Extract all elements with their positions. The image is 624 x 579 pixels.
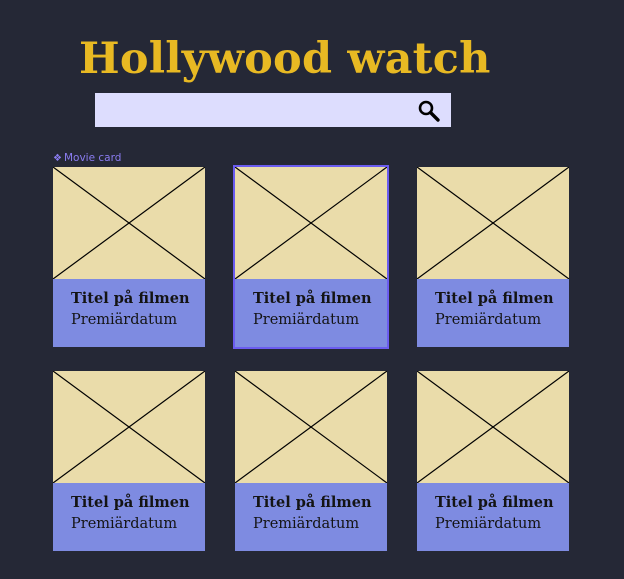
- movie-card[interactable]: Titel på filmen Premiärdatum: [233, 165, 389, 349]
- movie-card[interactable]: Titel på filmen Premiärdatum: [417, 167, 569, 347]
- image-placeholder-icon: [417, 371, 569, 483]
- image-placeholder-icon: [235, 371, 387, 483]
- movie-card-info: Titel på filmen Premiärdatum: [417, 279, 569, 347]
- movie-card-info: Titel på filmen Premiärdatum: [53, 279, 205, 347]
- movie-card[interactable]: Titel på filmen Premiärdatum: [417, 371, 569, 551]
- release-date: Premiärdatum: [435, 516, 542, 532]
- movie-title: Titel på filmen: [253, 290, 372, 307]
- component-label-text: Movie card: [63, 152, 122, 164]
- search-button[interactable]: [405, 93, 451, 127]
- movie-card[interactable]: Titel på filmen Premiärdatum: [235, 371, 387, 551]
- movie-grid: Titel på filmen Premiärdatum Titel på fi…: [53, 165, 569, 551]
- image-placeholder-icon: [53, 167, 205, 279]
- search-icon: [418, 100, 440, 122]
- release-date: Premiärdatum: [71, 312, 178, 328]
- movie-card[interactable]: Titel på filmen Premiärdatum: [53, 371, 205, 551]
- image-placeholder-icon: [53, 371, 205, 483]
- search-input[interactable]: [95, 93, 405, 127]
- release-date: Premiärdatum: [253, 312, 360, 328]
- movie-card-info: Titel på filmen Premiärdatum: [235, 483, 387, 551]
- movie-card-info: Titel på filmen Premiärdatum: [417, 483, 569, 551]
- movie-title: Titel på filmen: [71, 494, 190, 511]
- search-bar: [95, 93, 451, 127]
- movie-title: Titel på filmen: [71, 290, 190, 307]
- movie-card-info: Titel på filmen Premiärdatum: [53, 483, 205, 551]
- release-date: Premiärdatum: [253, 516, 360, 532]
- component-label: ❖ Movie card: [53, 152, 121, 165]
- component-diamond-icon: ❖: [53, 153, 62, 164]
- movie-card[interactable]: Titel på filmen Premiärdatum: [53, 167, 205, 347]
- release-date: Premiärdatum: [71, 516, 178, 532]
- movie-title: Titel på filmen: [435, 494, 554, 511]
- release-date: Premiärdatum: [435, 312, 542, 328]
- movie-title: Titel på filmen: [435, 290, 554, 307]
- movie-card-info: Titel på filmen Premiärdatum: [235, 279, 387, 347]
- image-placeholder-icon: [235, 167, 387, 279]
- app-title: Hollywood watch: [79, 34, 491, 84]
- image-placeholder-icon: [417, 167, 569, 279]
- movie-title: Titel på filmen: [253, 494, 372, 511]
